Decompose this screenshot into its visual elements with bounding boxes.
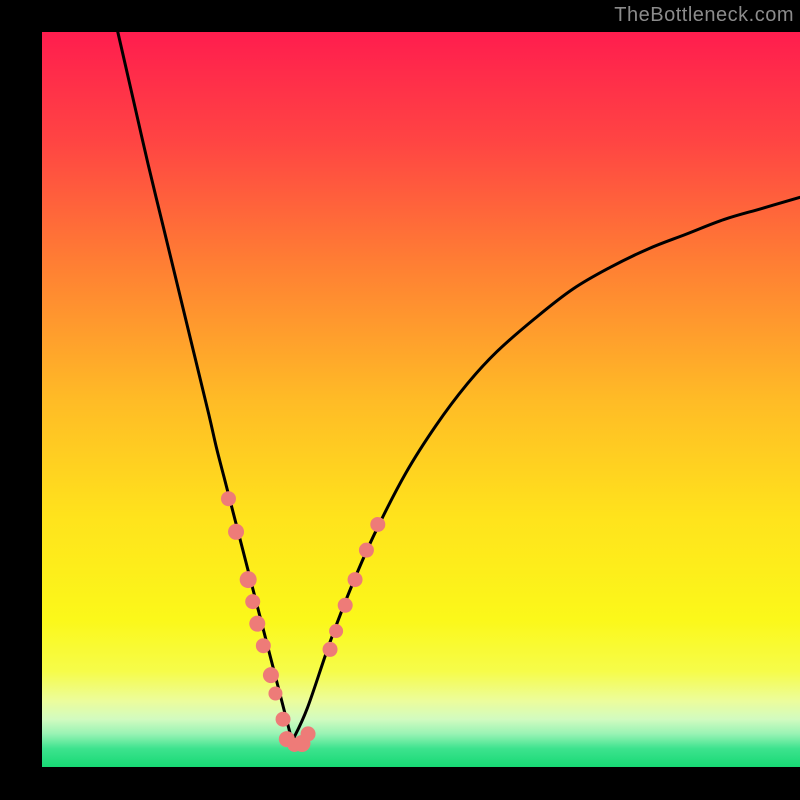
marker-point xyxy=(323,642,338,657)
marker-point xyxy=(359,543,374,558)
watermark-text: TheBottleneck.com xyxy=(614,4,794,27)
marker-point xyxy=(221,491,236,506)
marker-point xyxy=(249,616,265,632)
marker-point xyxy=(245,594,260,609)
marker-point xyxy=(348,572,363,587)
marker-point xyxy=(338,598,353,613)
marker-point xyxy=(228,524,244,540)
marker-point xyxy=(268,687,282,701)
plot-background xyxy=(42,32,800,767)
bottleneck-chart xyxy=(0,0,800,800)
marker-point xyxy=(240,571,257,588)
marker-point xyxy=(370,517,385,532)
marker-point xyxy=(263,667,279,683)
marker-point xyxy=(329,624,343,638)
marker-point xyxy=(301,726,316,741)
marker-point xyxy=(256,638,271,653)
marker-point xyxy=(276,712,291,727)
